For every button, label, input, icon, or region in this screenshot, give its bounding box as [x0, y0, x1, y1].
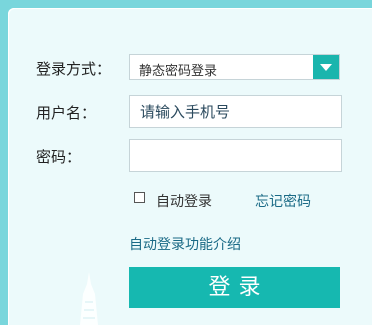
forgot-password-link[interactable]: 忘记密码: [255, 191, 311, 211]
login-button[interactable]: 登录: [129, 267, 340, 308]
login-method-select[interactable]: 静态密码登录: [129, 54, 340, 80]
login-method-value: 静态密码登录: [139, 64, 218, 79]
password-label: 密码：: [36, 148, 82, 166]
login-method-label: 登录方式：: [36, 60, 112, 78]
auto-login-checkbox[interactable]: [134, 192, 145, 203]
tower-icon: [80, 272, 98, 325]
password-input[interactable]: [129, 139, 342, 172]
username-label: 用户名：: [36, 104, 97, 122]
auto-login-label: 自动登录: [156, 194, 212, 210]
username-input[interactable]: [129, 95, 342, 128]
auto-login-intro-link[interactable]: 自动登录功能介绍: [129, 234, 241, 254]
chevron-down-icon[interactable]: [313, 55, 339, 79]
